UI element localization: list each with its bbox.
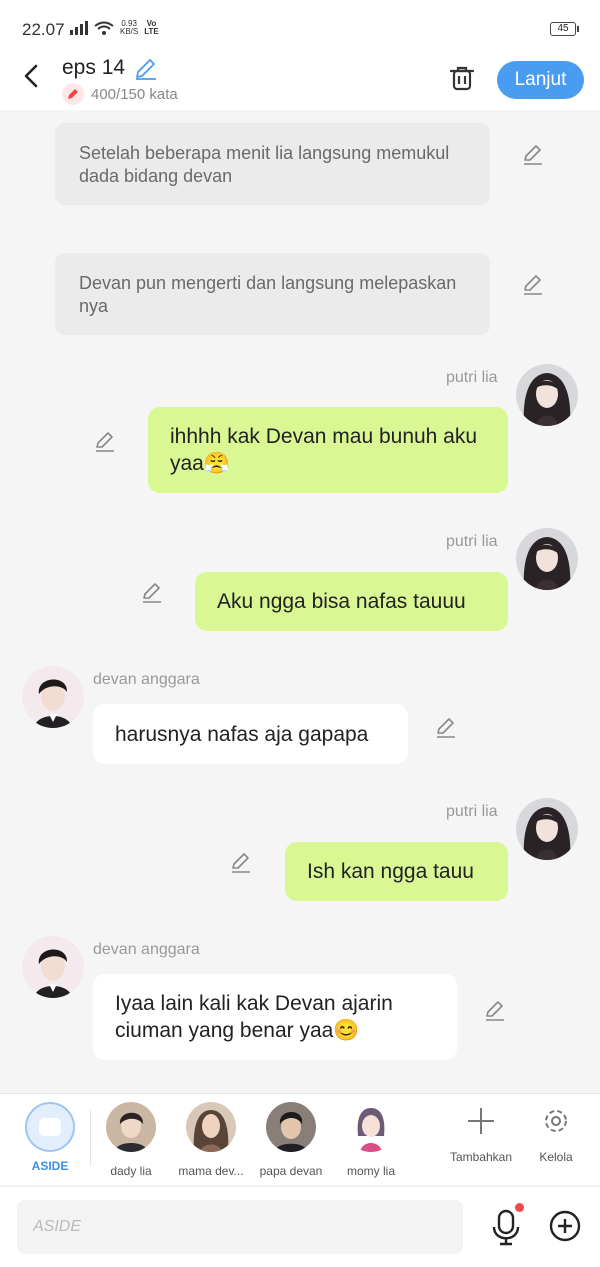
pencil-icon — [62, 83, 84, 105]
character-label: papa devan — [259, 1164, 323, 1178]
back-button[interactable] — [18, 62, 46, 90]
edit-message-icon[interactable] — [483, 998, 507, 1022]
next-button[interactable]: Lanjut — [497, 61, 584, 99]
edit-message-icon[interactable] — [521, 272, 545, 296]
chat-bubble-left[interactable]: Iyaa lain kali kak Devan ajarin ciuman y… — [93, 974, 457, 1060]
sender-name: putri lia — [446, 533, 498, 550]
message-input[interactable] — [17, 1200, 463, 1254]
status-time: 22.07 — [22, 20, 65, 39]
narration-text: Devan pun mengerti dan langsung melepask… — [79, 273, 457, 316]
header: eps 14 400/150 kata Lanjut — [0, 50, 600, 110]
character-dady-lia[interactable]: dady lia — [91, 1102, 171, 1178]
character-mama-devan[interactable]: mama dev... — [171, 1102, 251, 1178]
chat-bubble-left[interactable]: harusnya nafas aja gapapa — [93, 704, 408, 764]
character-label: momy lia — [346, 1164, 395, 1178]
avatar[interactable] — [516, 364, 578, 426]
tool-label: Kelola — [539, 1150, 573, 1164]
add-circle-icon[interactable] — [548, 1209, 582, 1243]
battery-indicator: 45 — [550, 22, 579, 36]
input-bar — [0, 1186, 600, 1267]
message-text: harusnya nafas aja gapapa — [115, 722, 369, 746]
avatar[interactable] — [22, 936, 84, 998]
message-text: Iyaa lain kali kak Devan ajarin ciuman y… — [115, 992, 393, 1042]
plus-icon — [468, 1108, 494, 1134]
edit-message-icon[interactable] — [229, 850, 253, 874]
avatar[interactable] — [516, 528, 578, 590]
narration-message[interactable]: Devan pun mengerti dan langsung melepask… — [55, 253, 490, 335]
edit-message-icon[interactable] — [93, 429, 117, 453]
avatar — [266, 1102, 316, 1152]
character-label: dady lia — [110, 1164, 152, 1178]
gear-icon — [545, 1110, 567, 1132]
aside-icon — [25, 1102, 75, 1152]
wifi-icon — [94, 21, 114, 35]
microphone-icon[interactable] — [489, 1208, 523, 1246]
avatar[interactable] — [516, 798, 578, 860]
character-label: ASIDE — [31, 1159, 69, 1173]
edit-message-icon[interactable] — [434, 715, 458, 739]
character-momy-lia[interactable]: momy lia — [331, 1102, 411, 1178]
add-character-button[interactable]: Tambahkan — [441, 1106, 521, 1164]
tool-label: Tambahkan — [449, 1150, 513, 1164]
character-label: mama dev... — [178, 1164, 244, 1178]
avatar — [106, 1102, 156, 1152]
character-aside[interactable]: ASIDE — [10, 1102, 90, 1173]
sender-name: devan anggara — [93, 941, 200, 958]
narration-text: Setelah beberapa menit lia langsung memu… — [79, 143, 450, 186]
chat-bubble-right[interactable]: Aku ngga bisa nafas tauuu — [195, 572, 508, 631]
chat-bubble-right[interactable]: ihhhh kak Devan mau bunuh aku yaa😤 — [148, 407, 508, 493]
status-icons: 0.93 KB/S Vo LTE — [70, 20, 159, 36]
character-papa-devan[interactable]: papa devan — [251, 1102, 331, 1178]
message-text: Aku ngga bisa nafas tauuu — [217, 590, 466, 613]
edit-message-icon[interactable] — [140, 580, 164, 604]
sender-name: devan anggara — [93, 671, 200, 688]
message-text: Ish kan ngga tauu — [307, 860, 474, 883]
avatar — [186, 1102, 236, 1152]
volte-indicator: Vo LTE — [144, 19, 159, 36]
signal-icon — [70, 21, 88, 35]
avatar[interactable] — [22, 666, 84, 728]
message-text: ihhhh kak Devan mau bunuh aku yaa😤 — [170, 425, 478, 475]
chat-bubble-right[interactable]: Ish kan ngga tauu — [285, 842, 508, 901]
character-selector: ASIDE dady lia mama dev... papa devan mo… — [0, 1093, 600, 1185]
edit-message-icon[interactable] — [521, 142, 545, 166]
edit-title-icon[interactable] — [134, 56, 158, 80]
word-count: 400/150 kata — [91, 86, 178, 103]
sender-name: putri lia — [446, 803, 498, 820]
delete-button[interactable] — [447, 63, 477, 93]
notification-dot — [515, 1203, 524, 1212]
episode-title: eps 14 — [62, 56, 126, 79]
avatar — [346, 1102, 396, 1152]
narration-message[interactable]: Setelah beberapa menit lia langsung memu… — [55, 123, 490, 205]
manage-characters-button[interactable]: Kelola — [516, 1106, 596, 1164]
sender-name: putri lia — [446, 369, 498, 386]
net-speed: 0.93 KB/S — [120, 19, 139, 36]
